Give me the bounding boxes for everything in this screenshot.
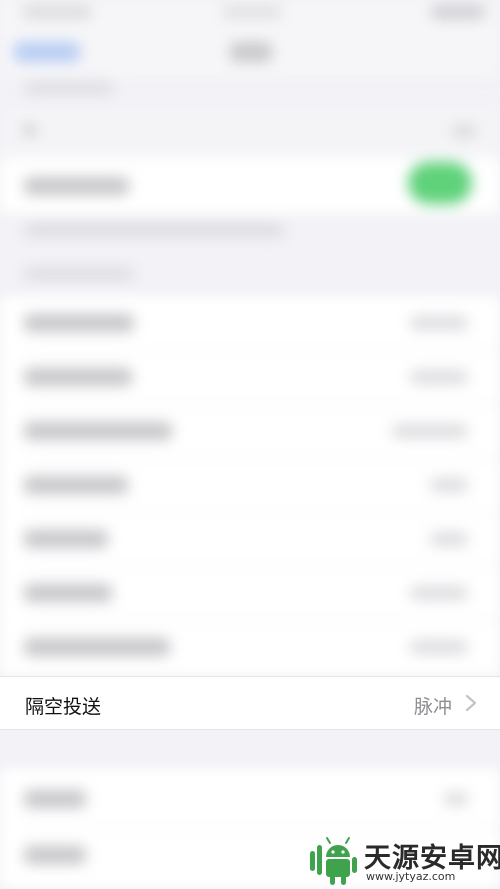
blurred-settings-group <box>0 296 500 676</box>
blurred-background <box>0 0 500 889</box>
toggle-switch[interactable] <box>408 162 472 204</box>
watermark-url: www.jytyaz.com <box>366 870 456 883</box>
battery-icon <box>430 5 486 19</box>
blurred-row-label <box>24 584 112 602</box>
blurred-row-label <box>24 314 134 332</box>
blurred-row-value <box>410 370 468 384</box>
blurred-row-value <box>392 424 468 438</box>
chevron-right-icon <box>465 694 477 712</box>
blurred-row-value <box>430 532 468 546</box>
row-separator <box>24 404 500 405</box>
blurred-row-value <box>410 316 468 330</box>
blurred-row-value <box>430 478 468 492</box>
blurred-row-label <box>24 530 108 548</box>
blurred-row-value <box>452 124 476 138</box>
blurred-row-label <box>24 476 128 494</box>
airdrop-label: 隔空投送 <box>25 696 102 718</box>
airdrop-value: 脉冲 <box>413 696 452 718</box>
navigation-bar <box>0 28 500 78</box>
back-button[interactable] <box>14 42 80 62</box>
row-separator <box>24 512 500 513</box>
android-robot-logo <box>310 837 357 885</box>
blurred-row-label <box>24 790 86 808</box>
section-header <box>24 82 114 94</box>
blurred-row-value <box>410 586 468 600</box>
row-separator <box>24 458 500 459</box>
blurred-row-value <box>444 792 468 806</box>
blurred-row-icon <box>24 124 36 136</box>
blurred-row-label <box>24 846 86 864</box>
row-separator <box>24 828 500 829</box>
row-separator <box>24 350 500 351</box>
blurred-row-label <box>24 638 170 656</box>
airdrop-row[interactable]: 隔空投送 脉冲 <box>0 676 500 730</box>
status-time <box>22 6 92 18</box>
blurred-toggle-label <box>24 177 129 195</box>
blurred-row-value <box>410 640 468 654</box>
section-header <box>24 268 134 280</box>
settings-screen: 隔空投送 脉冲 天源安卓网 www.jytyaz.com <box>0 0 500 889</box>
status-center <box>222 6 282 18</box>
page-title <box>230 42 272 62</box>
row-separator <box>24 620 500 621</box>
row-separator <box>24 566 500 567</box>
watermark: 天源安卓网 www.jytyaz.com <box>304 832 500 889</box>
blurred-row <box>0 106 500 156</box>
blurred-row-label <box>24 422 172 440</box>
blurred-row-label <box>24 368 132 386</box>
blurred-footnote <box>24 224 284 236</box>
status-bar <box>0 0 500 28</box>
